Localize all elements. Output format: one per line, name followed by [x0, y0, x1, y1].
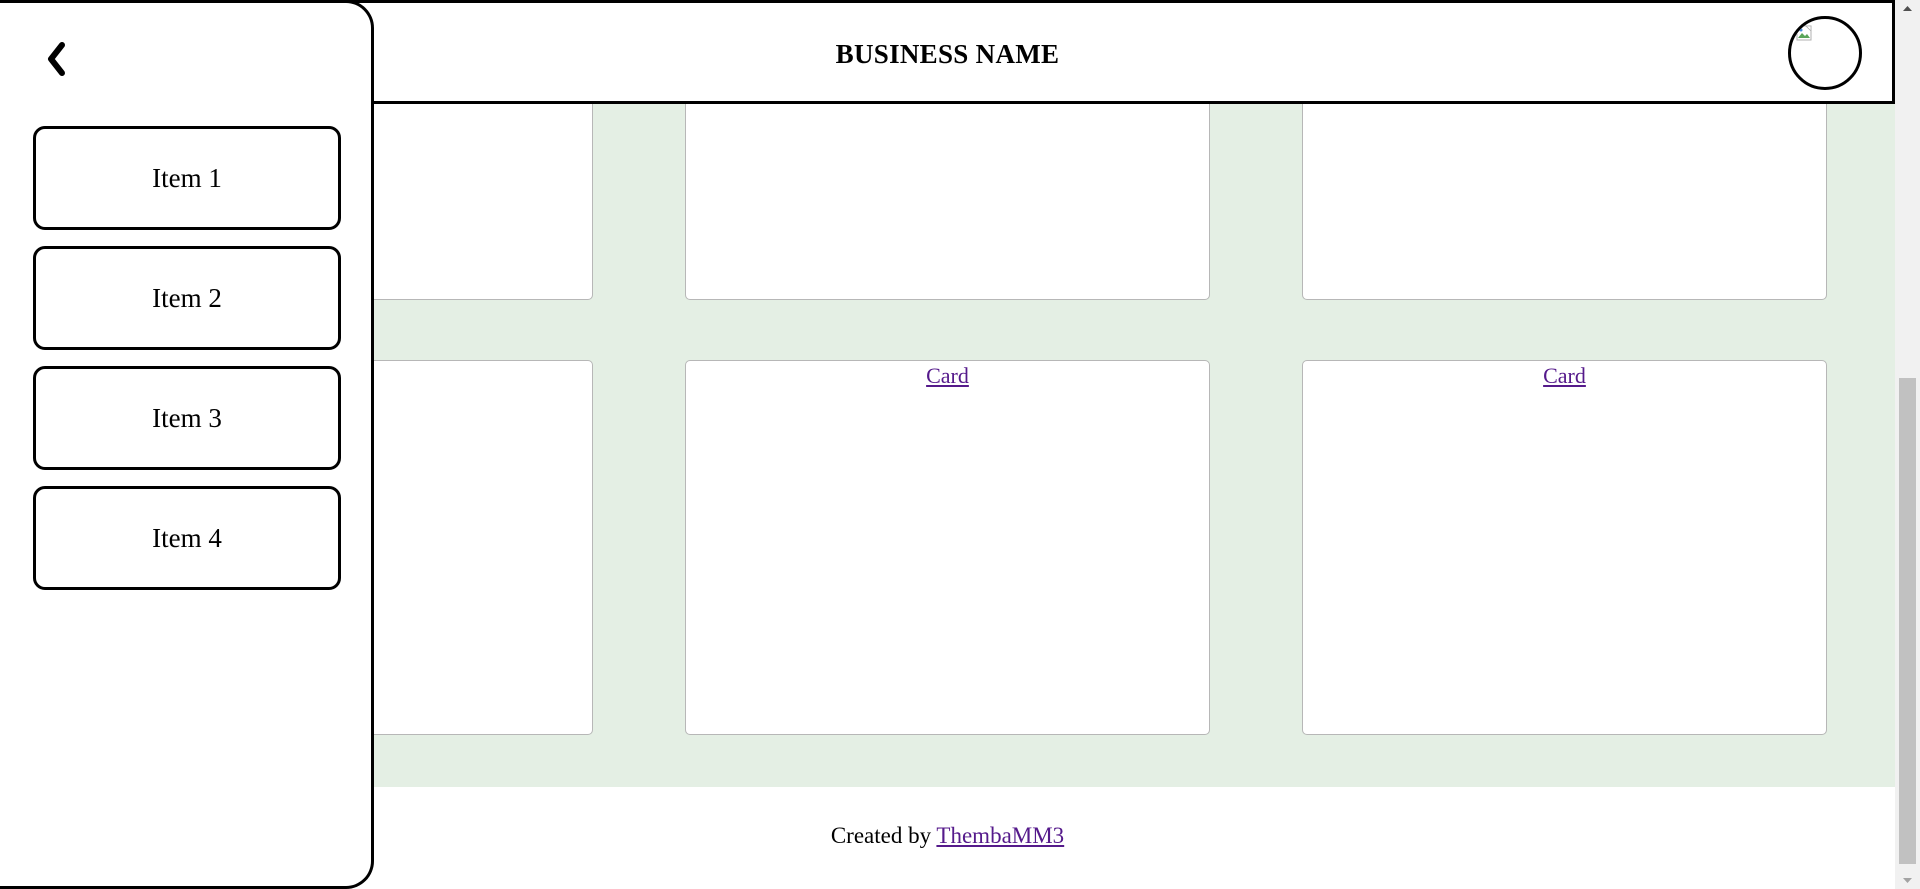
card — [337, 360, 593, 735]
broken-image-icon — [1796, 25, 1812, 41]
card-link[interactable]: Card — [926, 363, 969, 389]
vertical-scrollbar[interactable] — [1895, 0, 1920, 889]
page: Card Card BUSINESS NAME Created by Themb… — [0, 0, 1920, 889]
sidebar-item-3[interactable]: Item 3 — [33, 366, 341, 470]
card — [685, 80, 1210, 300]
scroll-down-arrow-icon[interactable] — [1895, 872, 1920, 889]
card — [1302, 80, 1827, 300]
sidebar-item-2[interactable]: Item 2 — [33, 246, 341, 350]
sidebar-item-label: Item 1 — [152, 162, 222, 193]
sidebar: Item 1 Item 2 Item 3 Item 4 — [0, 0, 374, 889]
sidebar-back-button[interactable] — [40, 39, 74, 79]
card: Card — [685, 360, 1210, 735]
card-link[interactable]: Card — [1543, 363, 1586, 389]
scroll-up-arrow-icon[interactable] — [1895, 0, 1920, 17]
author-link[interactable]: ThembaMM3 — [936, 823, 1064, 848]
sidebar-item-label: Item 3 — [152, 402, 222, 433]
sidebar-item-4[interactable]: Item 4 — [33, 486, 341, 590]
sidebar-item-label: Item 2 — [152, 282, 222, 313]
sidebar-item-1[interactable]: Item 1 — [33, 126, 341, 230]
chevron-left-icon — [48, 42, 65, 76]
card — [337, 80, 593, 300]
avatar[interactable] — [1788, 16, 1862, 90]
footer-prefix: Created by — [830, 823, 932, 848]
scrollbar-thumb[interactable] — [1899, 378, 1916, 864]
sidebar-item-label: Item 4 — [152, 522, 222, 553]
card: Card — [1302, 360, 1827, 735]
